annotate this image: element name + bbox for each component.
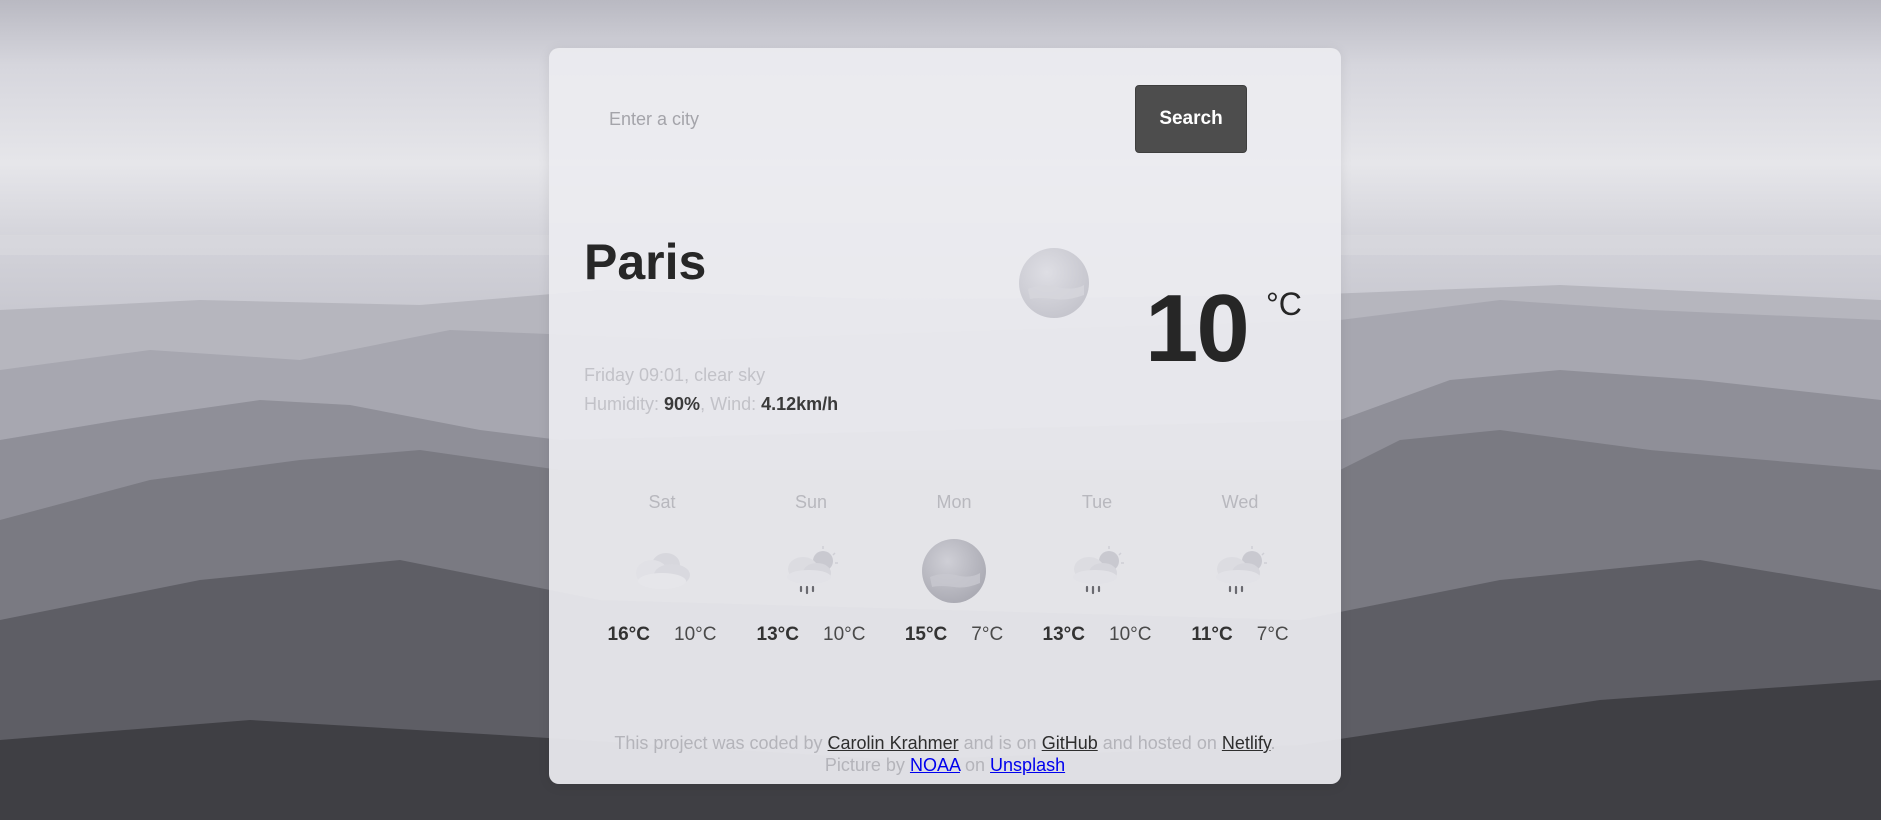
footer-credits: This project was coded by Carolin Krahme…	[549, 732, 1341, 754]
forecast-day-name: Sat	[648, 492, 676, 512]
forecast-temps: 13°C 10°C	[1034, 624, 1160, 646]
footer-text: and hosted on	[1102, 733, 1217, 753]
forecast-day: Sat 16°C 10°C	[599, 492, 725, 646]
footer-text: and is on	[963, 733, 1037, 753]
forecast-day: Mon 15°C 7°C	[891, 492, 1017, 646]
rain-icon	[1216, 546, 1267, 595]
forecast-day-name: Mon	[936, 492, 972, 512]
forecast: Sat 16°C 10°C Sun 13°C 10°C Mon 15°C 7°C…	[599, 492, 1319, 662]
humidity-value: 90%	[664, 394, 701, 414]
github-link[interactable]: GitHub	[1042, 733, 1098, 753]
date-description: Friday 09:01, clear sky	[584, 365, 766, 385]
author-link[interactable]: Carolin Krahmer	[828, 733, 959, 753]
forecast-max-temp: 15°C	[904, 624, 948, 645]
city-search-input[interactable]	[585, 85, 1125, 153]
footer-text: Picture by	[824, 755, 905, 775]
day-time: Friday 09:01	[584, 365, 685, 385]
forecast-max-temp: 11°C	[1191, 624, 1233, 645]
humidity-label: Humidity:	[584, 394, 660, 414]
forecast-min-temp: 7°C	[971, 624, 1004, 645]
forecast-day: Wed 11°C 7°C	[1177, 492, 1303, 646]
forecast-temps: 15°C 7°C	[891, 624, 1017, 646]
humidity-wind: Humidity: 90%, Wind: 4.12km/h	[584, 394, 839, 414]
weather-card: Search Paris Friday 09:01, clear sky Hum…	[549, 48, 1341, 784]
forecast-min-temp: 10°C	[674, 624, 717, 645]
netlify-link[interactable]: Netlify	[1222, 733, 1271, 753]
search-button[interactable]: Search	[1135, 85, 1247, 153]
forecast-min-temp: 10°C	[1109, 624, 1152, 645]
wind-value: 4.12km/h	[761, 394, 839, 414]
forecast-day-name: Tue	[1081, 492, 1113, 512]
clouds-icon	[636, 553, 690, 589]
current-temperature: 10	[1145, 275, 1250, 382]
rain-icon	[1073, 546, 1124, 595]
weather-description: clear sky	[694, 365, 766, 385]
noaa-link[interactable]: NOAA	[910, 755, 960, 775]
forecast-day-name: Sun	[794, 492, 828, 512]
forecast-temps: 11°C 7°C	[1177, 624, 1303, 646]
forecast-min-temp: 10°C	[823, 624, 866, 645]
forecast-min-temp: 7°C	[1256, 624, 1289, 645]
unsplash-link[interactable]: Unsplash	[990, 755, 1065, 775]
footer-text: .	[1270, 733, 1276, 753]
footer-text: This project was coded by	[614, 733, 823, 753]
rain-icon	[787, 546, 838, 595]
search-form: Search	[585, 85, 1255, 153]
clear-sky-icon	[922, 539, 986, 603]
forecast-day-name: Wed	[1221, 492, 1259, 512]
wind-label: Wind:	[710, 394, 757, 414]
forecast-max-temp: 13°C	[756, 624, 799, 645]
footer-picture-credits: Picture by NOAA on Unsplash	[549, 754, 1341, 776]
city-name: Paris	[584, 234, 707, 290]
forecast-temps: 13°C 10°C	[748, 624, 874, 646]
temperature-unit-celsius[interactable]: °C	[1266, 286, 1302, 323]
clear-sky-icon	[1019, 248, 1089, 318]
forecast-day: Tue 13°C 10°C	[1034, 492, 1160, 646]
forecast-day: Sun 13°C 10°C	[748, 492, 874, 646]
footer-text: on	[965, 755, 986, 775]
forecast-max-temp: 13°C	[1042, 624, 1085, 645]
forecast-temps: 16°C 10°C	[599, 624, 725, 646]
current-details: Friday 09:01, clear sky Humidity: 90%, W…	[584, 361, 838, 419]
forecast-max-temp: 16°C	[607, 624, 650, 645]
